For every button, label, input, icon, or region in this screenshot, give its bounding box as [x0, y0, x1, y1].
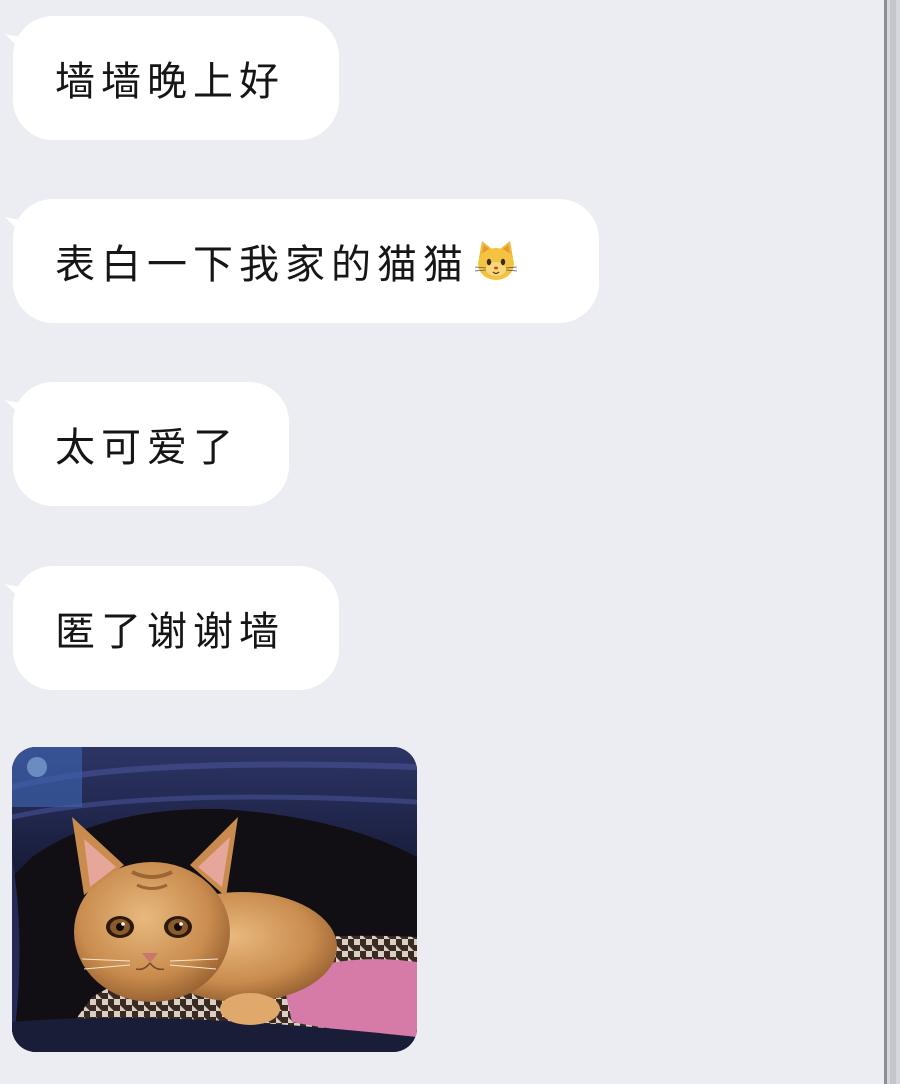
message-text: 表白一下我家的猫猫 — [55, 242, 469, 288]
message-bubble[interactable]: 匿了谢谢墙 — [5, 566, 339, 690]
kitten-photo[interactable] — [12, 747, 417, 1052]
chat-area: 墙墙晚上好 表白一下我家的猫猫 太可爱了 匿了谢谢墙 — [0, 0, 884, 1084]
message-text: 墙墙晚上好 — [55, 59, 285, 105]
scrollbar-track[interactable] — [884, 0, 900, 1084]
message-text: 匿了谢谢墙 — [55, 609, 285, 655]
scrollbar-thumb[interactable] — [890, 0, 896, 1084]
bubble-tail — [5, 584, 27, 606]
bubble-tail — [5, 34, 27, 56]
cat-face-emoji-icon — [473, 238, 519, 284]
message-bubble[interactable]: 表白一下我家的猫猫 — [5, 199, 599, 323]
message-text: 太可爱了 — [55, 425, 239, 471]
message-bubble[interactable]: 墙墙晚上好 — [5, 16, 339, 140]
bubble-tail — [5, 217, 27, 239]
bubble-tail — [5, 400, 27, 422]
message-bubble[interactable]: 太可爱了 — [5, 382, 289, 506]
